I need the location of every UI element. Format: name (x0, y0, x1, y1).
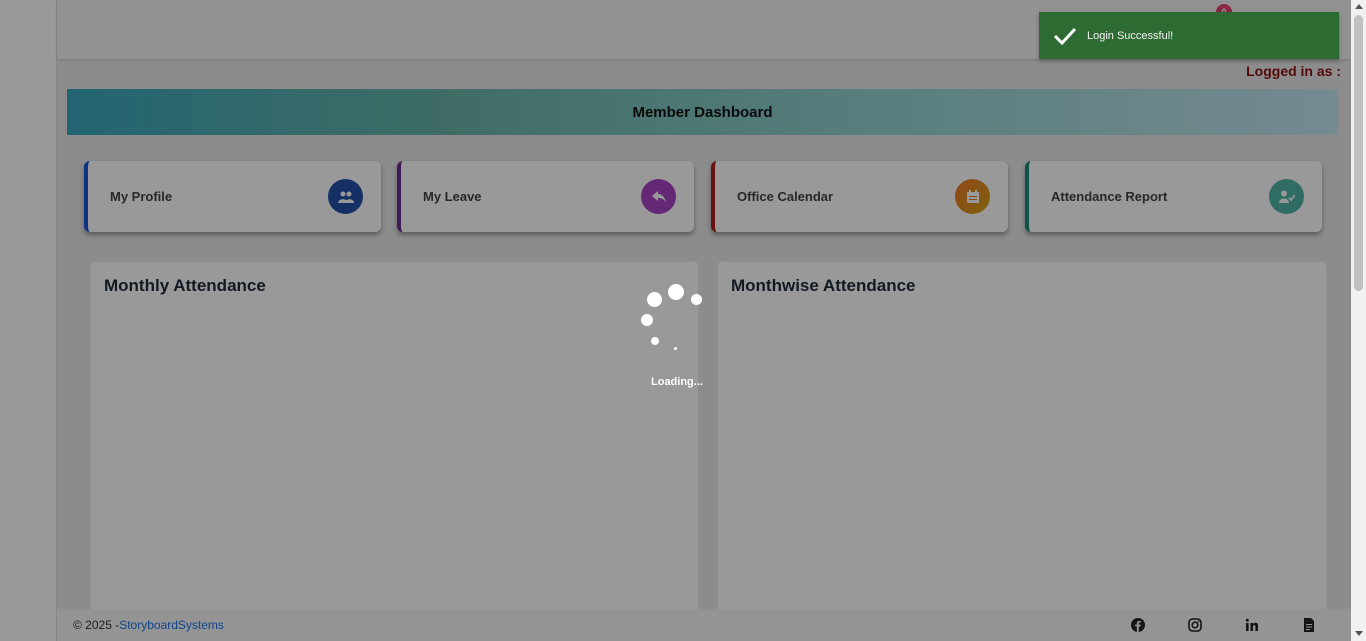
scroll-down-arrow-icon[interactable] (1355, 631, 1363, 636)
toast-message: Login Successful! (1087, 29, 1174, 42)
checkmark-icon (1053, 27, 1077, 45)
scrollbar-thumb[interactable] (1354, 15, 1363, 291)
login-success-toast[interactable]: Login Successful! (1039, 12, 1339, 59)
loading-spinner-icon (638, 282, 708, 354)
scroll-up-arrow-icon[interactable] (1355, 4, 1363, 9)
loading-text: Loading... (651, 376, 703, 388)
vertical-scrollbar[interactable] (1351, 0, 1366, 641)
